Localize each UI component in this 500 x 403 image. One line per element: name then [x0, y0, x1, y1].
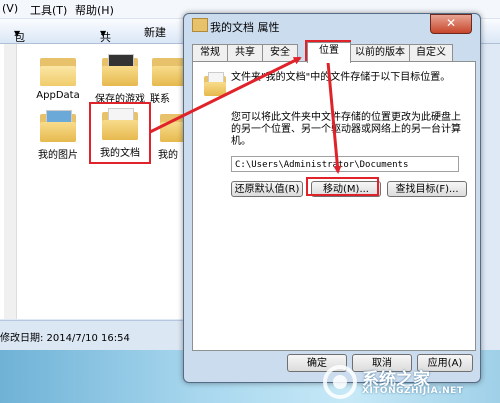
- watermark-logo-icon: [323, 365, 357, 399]
- watermark-en: XITONGZHIJIA.NET: [362, 386, 464, 396]
- watermark: 系统之家 XITONGZHIJIA.NET: [322, 365, 492, 399]
- arrow-to-move-button: [326, 61, 342, 174]
- arrow-to-location-tab: [149, 56, 302, 134]
- tab-location[interactable]: 位置: [307, 42, 351, 63]
- annotation-arrows: [149, 56, 342, 174]
